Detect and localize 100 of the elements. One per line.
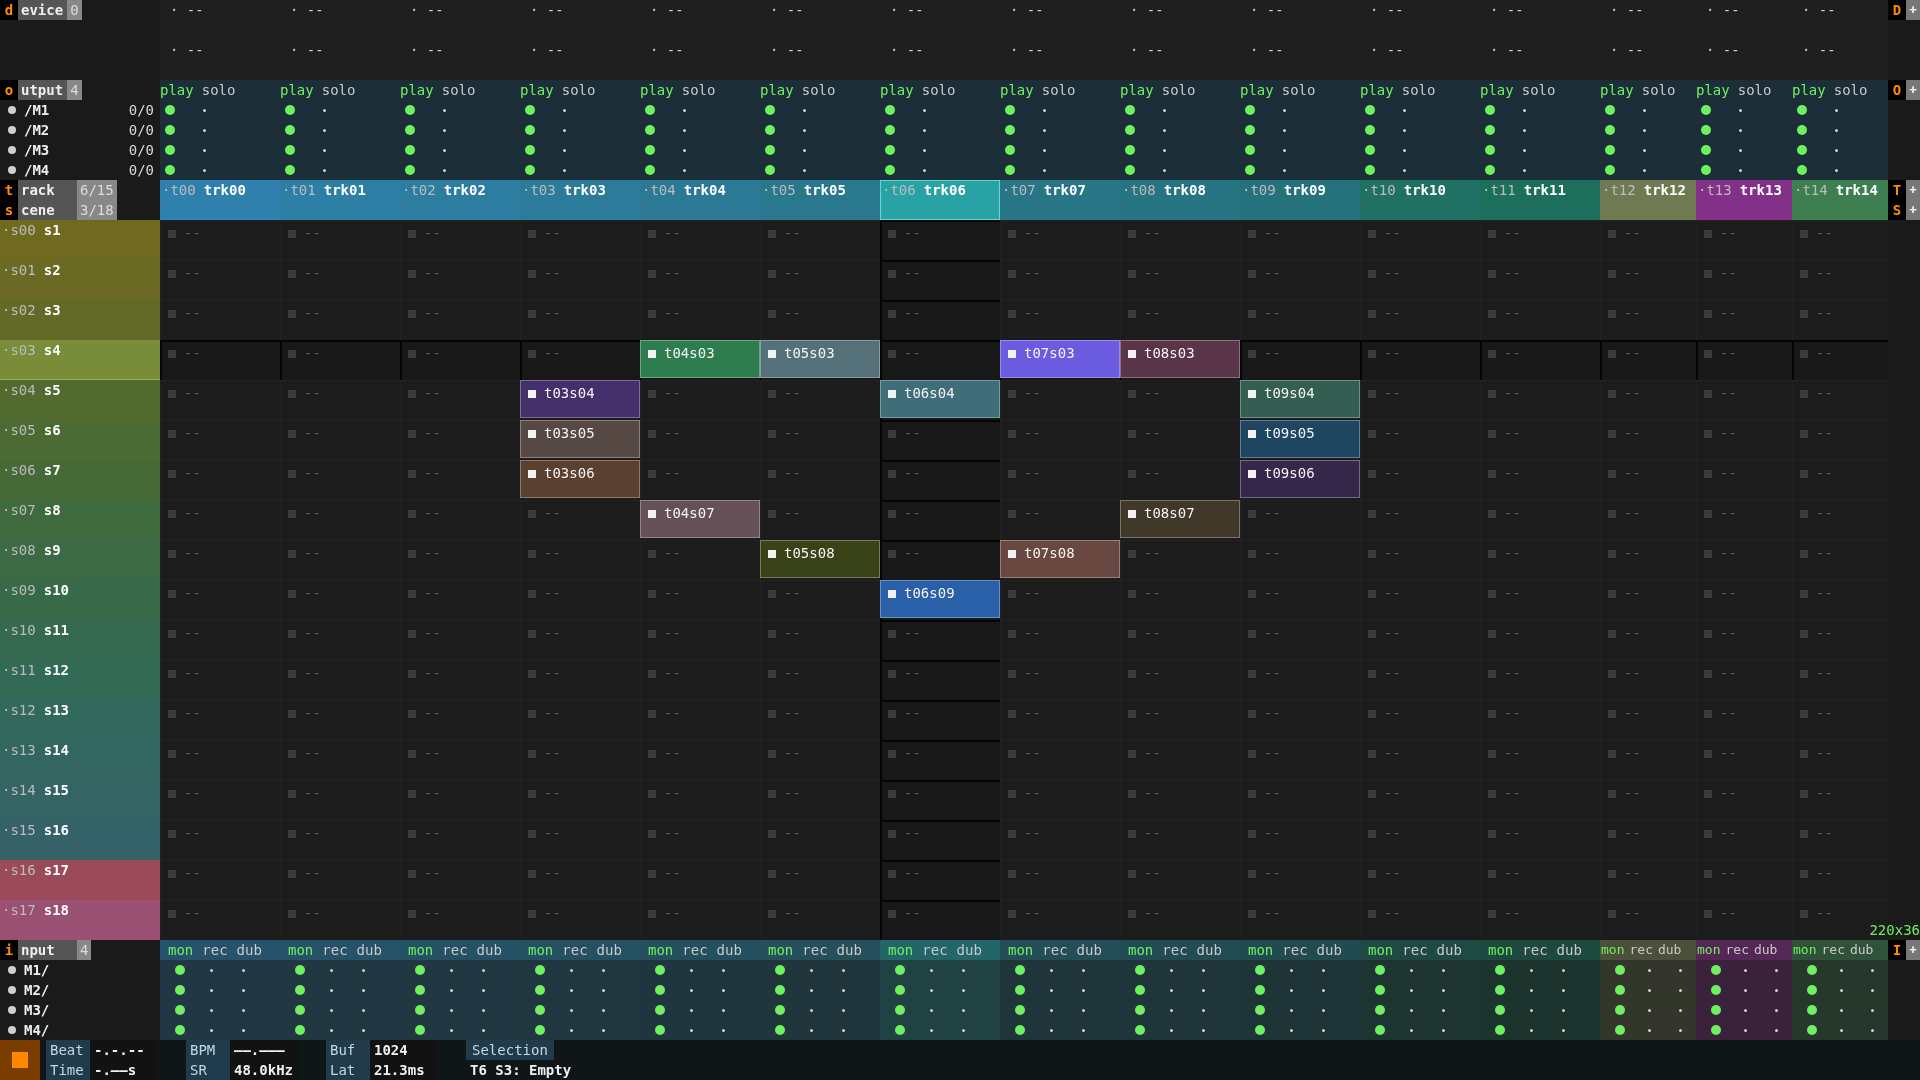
solo-indicator[interactable]	[922, 128, 926, 132]
monitor-indicator[interactable]	[655, 965, 665, 975]
overdub-toggle[interactable]: dub	[596, 940, 622, 960]
overdub-indicator[interactable]	[1081, 988, 1085, 992]
overdub-indicator[interactable]	[1441, 968, 1445, 972]
track-header[interactable]: ·t01 trk01	[280, 180, 400, 220]
clip[interactable]: t06s09	[880, 580, 1000, 618]
play-indicator[interactable]	[1701, 105, 1711, 115]
record-indicator[interactable]	[209, 1008, 213, 1012]
monitor-indicator[interactable]	[1806, 985, 1817, 995]
record-indicator[interactable]	[809, 988, 813, 992]
monitor-toggle[interactable]: mon	[408, 940, 434, 960]
solo-indicator[interactable]	[1522, 128, 1526, 132]
section-key[interactable]: S	[1888, 200, 1906, 220]
record-indicator[interactable]	[329, 1028, 333, 1032]
record-indicator[interactable]	[1744, 988, 1748, 992]
record-indicator[interactable]	[1049, 988, 1053, 992]
record-indicator[interactable]	[1289, 1008, 1293, 1012]
solo-indicator[interactable]	[1042, 108, 1046, 112]
overdub-indicator[interactable]	[241, 968, 245, 972]
overdub-indicator[interactable]	[1201, 1008, 1205, 1012]
solo-indicator[interactable]	[202, 148, 206, 152]
monitor-toggle[interactable]: mon	[1697, 940, 1721, 960]
monitor-toggle[interactable]: mon	[528, 940, 554, 960]
solo-indicator[interactable]	[682, 168, 686, 172]
solo-indicator[interactable]	[1642, 168, 1646, 172]
track-header[interactable]: ·t08 trk08	[1120, 180, 1240, 220]
play-toggle[interactable]: play	[400, 80, 434, 100]
monitor-toggle[interactable]: mon	[1368, 940, 1394, 960]
record-indicator[interactable]	[689, 968, 693, 972]
solo-indicator[interactable]	[442, 148, 446, 152]
device-slot[interactable]: · --	[890, 40, 1000, 60]
solo-toggle[interactable]: solo	[1281, 80, 1316, 100]
record-indicator[interactable]	[1289, 1028, 1293, 1032]
monitor-indicator[interactable]	[655, 985, 665, 995]
solo-indicator[interactable]	[922, 168, 926, 172]
solo-toggle[interactable]: solo	[681, 80, 716, 100]
monitor-indicator[interactable]	[895, 965, 905, 975]
solo-indicator[interactable]	[682, 128, 686, 132]
overdub-indicator[interactable]	[601, 1008, 605, 1012]
play-toggle[interactable]: play	[280, 80, 314, 100]
solo-indicator[interactable]	[802, 108, 806, 112]
overdub-indicator[interactable]	[1321, 1028, 1325, 1032]
monitor-indicator[interactable]	[1495, 1025, 1505, 1035]
record-toggle[interactable]: rec	[1725, 940, 1749, 960]
solo-indicator[interactable]	[562, 148, 566, 152]
overdub-indicator[interactable]	[1679, 1008, 1682, 1012]
overdub-indicator[interactable]	[721, 1008, 725, 1012]
solo-indicator[interactable]	[802, 168, 806, 172]
record-indicator[interactable]	[449, 968, 453, 972]
solo-indicator[interactable]	[1402, 148, 1406, 152]
overdub-indicator[interactable]	[601, 968, 605, 972]
play-toggle[interactable]: play	[640, 80, 674, 100]
monitor-indicator[interactable]	[1614, 965, 1625, 975]
monitor-indicator[interactable]	[1614, 1025, 1625, 1035]
monitor-indicator[interactable]	[775, 1025, 785, 1035]
device-slot[interactable]: · --	[1370, 40, 1480, 60]
scene-header[interactable]: ·s10 s11	[0, 620, 160, 660]
overdub-indicator[interactable]	[601, 988, 605, 992]
monitor-indicator[interactable]	[415, 965, 425, 975]
play-indicator[interactable]	[645, 105, 655, 115]
port-name[interactable]: /M4	[24, 160, 50, 180]
solo-indicator[interactable]	[1834, 148, 1838, 152]
play-toggle[interactable]: play	[160, 80, 194, 100]
play-indicator[interactable]	[405, 165, 415, 175]
scene-header[interactable]: ·s13 s14	[0, 740, 160, 780]
monitor-indicator[interactable]	[1710, 1025, 1721, 1035]
play-indicator[interactable]	[405, 125, 415, 135]
device-slot[interactable]: · --	[290, 40, 400, 60]
record-indicator[interactable]	[929, 1028, 933, 1032]
record-toggle[interactable]: rec	[922, 940, 948, 960]
clip[interactable]: t05s03	[760, 340, 880, 378]
overdub-indicator[interactable]	[361, 1028, 365, 1032]
monitor-indicator[interactable]	[535, 1005, 545, 1015]
play-indicator[interactable]	[1365, 105, 1375, 115]
overdub-indicator[interactable]	[961, 1028, 965, 1032]
section-key[interactable]: I	[1888, 940, 1906, 960]
monitor-toggle[interactable]: mon	[168, 940, 194, 960]
monitor-toggle[interactable]: mon	[1248, 940, 1274, 960]
port-name[interactable]: /M2	[24, 120, 50, 140]
clip[interactable]: t03s06	[520, 460, 640, 498]
overdub-indicator[interactable]	[1201, 1028, 1205, 1032]
solo-indicator[interactable]	[1042, 128, 1046, 132]
record-indicator[interactable]	[1529, 1008, 1533, 1012]
record-indicator[interactable]	[1169, 1008, 1173, 1012]
play-indicator[interactable]	[525, 105, 535, 115]
scene-header[interactable]: ·s12 s13	[0, 700, 160, 740]
monitor-toggle[interactable]: mon	[888, 940, 914, 960]
play-toggle[interactable]: play	[1696, 80, 1730, 100]
monitor-indicator[interactable]	[1255, 985, 1265, 995]
clip[interactable]: t08s03	[1120, 340, 1240, 378]
play-toggle[interactable]: play	[1000, 80, 1034, 100]
clip[interactable]: t04s07	[640, 500, 760, 538]
record-indicator[interactable]	[1529, 1028, 1533, 1032]
record-indicator[interactable]	[329, 988, 333, 992]
overdub-indicator[interactable]	[481, 1028, 485, 1032]
track-header[interactable]: ·t04 trk04	[640, 180, 760, 220]
play-indicator[interactable]	[765, 145, 775, 155]
monitor-indicator[interactable]	[535, 1025, 545, 1035]
monitor-indicator[interactable]	[175, 1025, 185, 1035]
